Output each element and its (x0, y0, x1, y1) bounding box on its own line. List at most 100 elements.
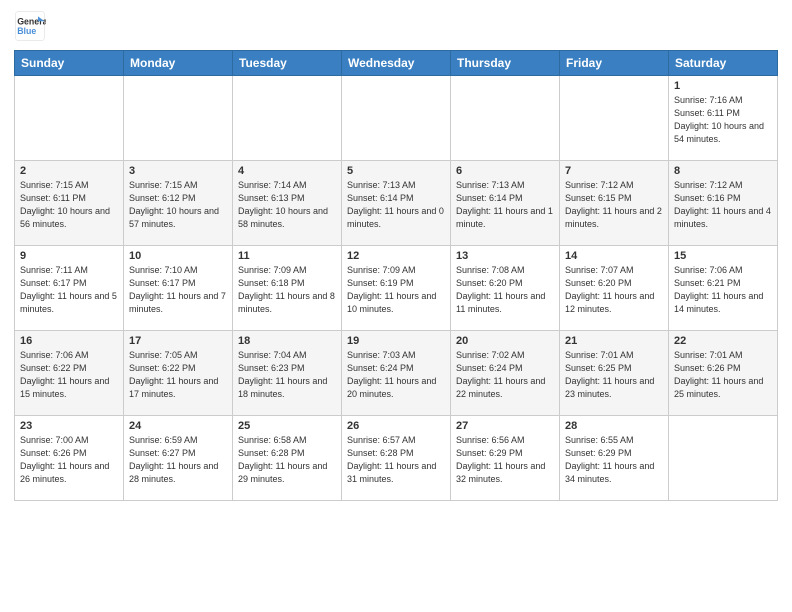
weekday-header-wednesday: Wednesday (342, 51, 451, 76)
calendar-cell: 28 Sunrise: 6:55 AM Sunset: 6:29 PM Dayli… (560, 416, 669, 501)
day-number: 18 (238, 335, 336, 347)
calendar-cell (15, 76, 124, 161)
day-info: Sunrise: 7:15 AM Sunset: 6:12 PM Dayligh… (129, 179, 227, 231)
day-info: Sunrise: 7:06 AM Sunset: 6:22 PM Dayligh… (20, 349, 118, 401)
day-info: Sunrise: 7:01 AM Sunset: 6:25 PM Dayligh… (565, 349, 663, 401)
calendar-cell: 7 Sunrise: 7:12 AM Sunset: 6:15 PM Daylig… (560, 161, 669, 246)
calendar-cell: 10 Sunrise: 7:10 AM Sunset: 6:17 PM Dayli… (124, 246, 233, 331)
day-number: 9 (20, 250, 118, 262)
day-info: Sunrise: 7:12 AM Sunset: 6:16 PM Dayligh… (674, 179, 772, 231)
day-info: Sunrise: 7:07 AM Sunset: 6:20 PM Dayligh… (565, 264, 663, 316)
weekday-header-saturday: Saturday (669, 51, 778, 76)
calendar-cell: 8 Sunrise: 7:12 AM Sunset: 6:16 PM Daylig… (669, 161, 778, 246)
day-number: 7 (565, 165, 663, 177)
day-number: 28 (565, 420, 663, 432)
calendar-cell: 4 Sunrise: 7:14 AM Sunset: 6:13 PM Daylig… (233, 161, 342, 246)
calendar-cell: 11 Sunrise: 7:09 AM Sunset: 6:18 PM Dayli… (233, 246, 342, 331)
day-info: Sunrise: 7:03 AM Sunset: 6:24 PM Dayligh… (347, 349, 445, 401)
day-info: Sunrise: 7:14 AM Sunset: 6:13 PM Dayligh… (238, 179, 336, 231)
calendar-cell: 26 Sunrise: 6:57 AM Sunset: 6:28 PM Dayli… (342, 416, 451, 501)
day-number: 16 (20, 335, 118, 347)
logo: General Blue (14, 10, 46, 42)
calendar-cell: 17 Sunrise: 7:05 AM Sunset: 6:22 PM Dayli… (124, 331, 233, 416)
day-info: Sunrise: 7:13 AM Sunset: 6:14 PM Dayligh… (347, 179, 445, 231)
day-info: Sunrise: 7:11 AM Sunset: 6:17 PM Dayligh… (20, 264, 118, 316)
day-info: Sunrise: 7:02 AM Sunset: 6:24 PM Dayligh… (456, 349, 554, 401)
calendar-cell: 2Sunrise: 7:15 AM Sunset: 6:11 PM Daylig… (15, 161, 124, 246)
calendar-cell (233, 76, 342, 161)
weekday-header-tuesday: Tuesday (233, 51, 342, 76)
day-info: Sunrise: 6:59 AM Sunset: 6:27 PM Dayligh… (129, 434, 227, 486)
logo-icon: General Blue (14, 10, 46, 42)
day-info: Sunrise: 7:16 AM Sunset: 6:11 PM Dayligh… (674, 94, 772, 146)
day-info: Sunrise: 7:00 AM Sunset: 6:26 PM Dayligh… (20, 434, 118, 486)
day-number: 22 (674, 335, 772, 347)
day-number: 1 (674, 80, 772, 92)
calendar-cell: 18 Sunrise: 7:04 AM Sunset: 6:23 PM Dayli… (233, 331, 342, 416)
weekday-header-thursday: Thursday (451, 51, 560, 76)
day-number: 4 (238, 165, 336, 177)
day-info: Sunrise: 7:09 AM Sunset: 6:18 PM Dayligh… (238, 264, 336, 316)
day-info: Sunrise: 7:09 AM Sunset: 6:19 PM Dayligh… (347, 264, 445, 316)
calendar-cell: 1 Sunrise: 7:16 AM Sunset: 6:11 PM Daylig… (669, 76, 778, 161)
calendar-cell: 15Sunrise: 7:06 AM Sunset: 6:21 PM Dayli… (669, 246, 778, 331)
header: General Blue (14, 10, 778, 42)
day-info: Sunrise: 7:15 AM Sunset: 6:11 PM Dayligh… (20, 179, 118, 231)
day-number: 26 (347, 420, 445, 432)
calendar-cell (560, 76, 669, 161)
day-info: Sunrise: 7:12 AM Sunset: 6:15 PM Dayligh… (565, 179, 663, 231)
weekday-header-sunday: Sunday (15, 51, 124, 76)
calendar-cell (124, 76, 233, 161)
page: General Blue SundayMondayTuesdayWednesda… (0, 0, 792, 515)
day-number: 24 (129, 420, 227, 432)
calendar-cell: 19 Sunrise: 7:03 AM Sunset: 6:24 PM Dayli… (342, 331, 451, 416)
day-info: Sunrise: 7:13 AM Sunset: 6:14 PM Dayligh… (456, 179, 554, 231)
day-info: Sunrise: 7:06 AM Sunset: 6:21 PM Dayligh… (674, 264, 772, 316)
day-info: Sunrise: 6:57 AM Sunset: 6:28 PM Dayligh… (347, 434, 445, 486)
calendar-cell: 16 Sunrise: 7:06 AM Sunset: 6:22 PM Dayli… (15, 331, 124, 416)
week-row-2: 2Sunrise: 7:15 AM Sunset: 6:11 PM Daylig… (15, 161, 778, 246)
day-number: 3 (129, 165, 227, 177)
calendar-cell: 23 Sunrise: 7:00 AM Sunset: 6:26 PM Dayli… (15, 416, 124, 501)
svg-text:Blue: Blue (17, 26, 36, 36)
day-number: 13 (456, 250, 554, 262)
weekday-header-friday: Friday (560, 51, 669, 76)
calendar-cell: 21Sunrise: 7:01 AM Sunset: 6:25 PM Dayli… (560, 331, 669, 416)
day-number: 17 (129, 335, 227, 347)
calendar-cell (342, 76, 451, 161)
calendar-cell (451, 76, 560, 161)
week-row-4: 16 Sunrise: 7:06 AM Sunset: 6:22 PM Dayli… (15, 331, 778, 416)
day-number: 8 (674, 165, 772, 177)
day-number: 5 (347, 165, 445, 177)
day-info: Sunrise: 7:05 AM Sunset: 6:22 PM Dayligh… (129, 349, 227, 401)
calendar-cell: 13 Sunrise: 7:08 AM Sunset: 6:20 PM Dayli… (451, 246, 560, 331)
calendar-table: SundayMondayTuesdayWednesdayThursdayFrid… (14, 50, 778, 501)
calendar-cell: 6Sunrise: 7:13 AM Sunset: 6:14 PM Daylig… (451, 161, 560, 246)
day-number: 14 (565, 250, 663, 262)
day-info: Sunrise: 7:10 AM Sunset: 6:17 PM Dayligh… (129, 264, 227, 316)
day-number: 12 (347, 250, 445, 262)
calendar-cell: 14 Sunrise: 7:07 AM Sunset: 6:20 PM Dayli… (560, 246, 669, 331)
day-info: Sunrise: 7:04 AM Sunset: 6:23 PM Dayligh… (238, 349, 336, 401)
day-number: 27 (456, 420, 554, 432)
week-row-1: 1 Sunrise: 7:16 AM Sunset: 6:11 PM Daylig… (15, 76, 778, 161)
calendar-cell: 20 Sunrise: 7:02 AM Sunset: 6:24 PM Dayli… (451, 331, 560, 416)
day-number: 11 (238, 250, 336, 262)
day-number: 20 (456, 335, 554, 347)
week-row-5: 23 Sunrise: 7:00 AM Sunset: 6:26 PM Dayli… (15, 416, 778, 501)
day-number: 23 (20, 420, 118, 432)
calendar-cell: 25 Sunrise: 6:58 AM Sunset: 6:28 PM Dayli… (233, 416, 342, 501)
day-info: Sunrise: 6:58 AM Sunset: 6:28 PM Dayligh… (238, 434, 336, 486)
day-info: Sunrise: 7:08 AM Sunset: 6:20 PM Dayligh… (456, 264, 554, 316)
calendar-cell: 3 Sunrise: 7:15 AM Sunset: 6:12 PM Daylig… (124, 161, 233, 246)
day-info: Sunrise: 6:55 AM Sunset: 6:29 PM Dayligh… (565, 434, 663, 486)
weekday-header-row: SundayMondayTuesdayWednesdayThursdayFrid… (15, 51, 778, 76)
day-number: 10 (129, 250, 227, 262)
day-number: 25 (238, 420, 336, 432)
calendar-cell: 9 Sunrise: 7:11 AM Sunset: 6:17 PM Daylig… (15, 246, 124, 331)
day-number: 19 (347, 335, 445, 347)
calendar-cell (669, 416, 778, 501)
calendar-cell: 24 Sunrise: 6:59 AM Sunset: 6:27 PM Dayli… (124, 416, 233, 501)
day-info: Sunrise: 6:56 AM Sunset: 6:29 PM Dayligh… (456, 434, 554, 486)
weekday-header-monday: Monday (124, 51, 233, 76)
